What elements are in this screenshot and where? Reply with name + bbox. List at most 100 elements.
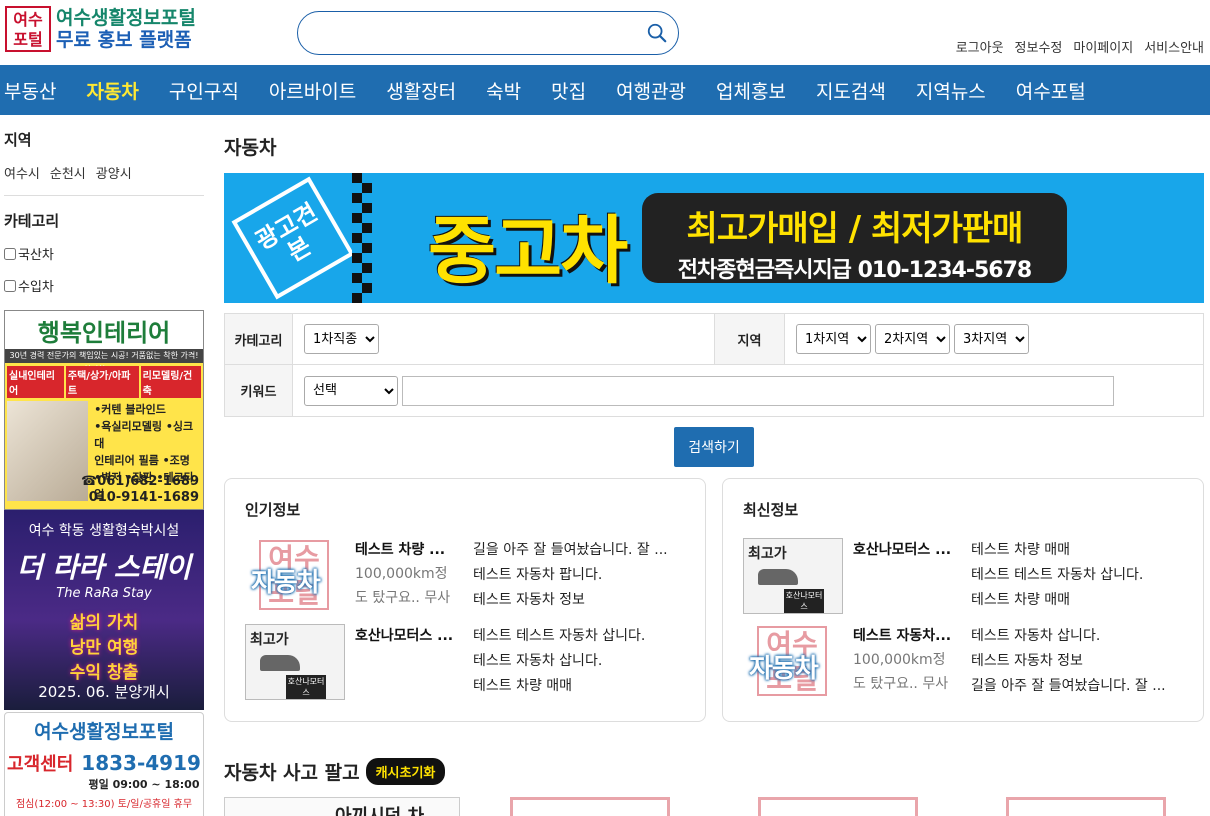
post-link[interactable]: 길을 아주 잘 들여놨습니다. 잘 ... <box>971 674 1183 699</box>
cache-reset-button[interactable]: 캐시초기화 <box>365 758 446 785</box>
region-title: 지역 <box>4 131 32 149</box>
imported-checkbox[interactable] <box>4 279 16 292</box>
card-thumbnail[interactable] <box>510 797 670 816</box>
nav-item-travel[interactable]: 여행관광 <box>601 77 701 104</box>
category-domestic[interactable]: 국산차 <box>4 244 204 263</box>
nav-item-food[interactable]: 맛집 <box>536 77 601 104</box>
ad2-slogan: 낭만 여행 <box>69 638 139 658</box>
entry-title[interactable]: 호산나모터스 ... <box>355 624 465 648</box>
ad2-line3: The RaRa Stay <box>56 586 152 601</box>
ad1-service: •욕실리모델링 •싱크대 <box>94 420 194 450</box>
search-button[interactable]: 검색하기 <box>674 427 754 467</box>
list-item: 최고가 호산나모터스 호산나모터스 ... 테스트 테스트 자동차 삽니다. 테… <box>245 624 685 700</box>
nav-item-jobs[interactable]: 구인구직 <box>154 77 254 104</box>
ad2-date: 2025. 06. 분양개시 <box>38 683 170 701</box>
ad1-service: •커텐 블라인드 <box>94 403 166 416</box>
logo-line1: 여수생활정보포털 <box>56 7 196 29</box>
post-link[interactable]: 길을 아주 잘 들여놨습니다. 잘 ... <box>473 538 685 563</box>
region-yeosu[interactable]: 여수시 <box>4 163 40 182</box>
domestic-label: 국산차 <box>18 248 54 263</box>
post-link[interactable]: 테스트 차량 매매 <box>473 674 685 699</box>
entry-thumbnail[interactable]: 여수포털 자동차 <box>743 624 843 700</box>
post-link[interactable]: 테스트 차량 매매 <box>971 588 1183 613</box>
category-label: 카테고리 <box>225 314 293 364</box>
entry-links: 길을 아주 잘 들여놨습니다. 잘 ... 테스트 자동차 팝니다. 테스트 자… <box>473 538 685 614</box>
logout-link[interactable]: 로그아웃 <box>956 37 1004 56</box>
keyword-label: 키워드 <box>225 365 293 416</box>
category-title: 카테고리 <box>4 212 60 230</box>
entry-thumbnail[interactable]: 최고가 호산나모터스 <box>743 538 843 614</box>
card-thumbnail[interactable] <box>1006 797 1166 816</box>
keyword-type-select[interactable]: 선택 <box>304 375 398 406</box>
entry-title[interactable]: 테스트 자동차... <box>853 624 963 648</box>
search-input[interactable] <box>316 12 636 52</box>
search-icon[interactable] <box>646 22 668 44</box>
region-gwangyang[interactable]: 광양시 <box>96 163 132 182</box>
ad1-phone1: ☎061)682-1689 <box>81 474 199 489</box>
flyer-sub: 호산나모터스 <box>286 675 326 699</box>
banner-pill: 최고가매입 / 최저가판매 전차종현금즉시지급 010-1234-5678 <box>642 193 1067 283</box>
region3-select[interactable]: 3차지역 <box>954 324 1029 354</box>
search-filter: 카테고리 1차직종 지역 1차지역 2차지역 3차지역 키워드 선택 <box>224 313 1204 417</box>
entry-thumbnail[interactable]: 최고가 호산나모터스 <box>245 624 345 700</box>
entry-links: 테스트 자동차 삽니다. 테스트 자동차 정보 길을 아주 잘 들여놨습니다. … <box>971 624 1183 700</box>
keyword-input[interactable] <box>402 375 1114 406</box>
edit-info-link[interactable]: 정보수정 <box>1015 37 1063 56</box>
region2-select[interactable]: 2차지역 <box>875 324 950 354</box>
side-ad-customer-center[interactable]: 여수생활정보포털 고객센터 1833-4919 평일 09:00 ~ 18:00… <box>4 712 204 816</box>
post-link[interactable]: 테스트 테스트 자동차 삽니다. <box>473 624 685 649</box>
nav-item-portal[interactable]: 여수포털 <box>1001 77 1101 104</box>
post-link[interactable]: 테스트 자동차 팝니다. <box>473 563 685 588</box>
post-link[interactable]: 테스트 자동차 정보 <box>473 588 685 613</box>
region1-select[interactable]: 1차지역 <box>796 324 871 354</box>
car-icon <box>260 655 300 671</box>
side-ad-rarastay[interactable]: 여수 학동 생활형숙박시설 더 라라 스테이 The RaRa Stay 삶의 … <box>4 510 204 710</box>
card-thumbnail[interactable] <box>758 797 918 816</box>
logo-text: 여수생활정보포털 무료 홍보 플랫폼 <box>56 7 196 51</box>
sidebar: 지역 여수시 순천시 광양시 카테고리 국산차 수입차 행복인테리어 30년 경… <box>4 115 204 816</box>
flyer-sub: 호산나모터스 <box>784 589 824 613</box>
entry-title[interactable]: 호산나모터스 ... <box>853 538 963 562</box>
nav-item-market[interactable]: 생활장터 <box>371 77 471 104</box>
banner-line1: 최고가매입 / 최저가판매 <box>686 209 1024 249</box>
nav-item-realestate[interactable]: 부동산 <box>0 77 71 104</box>
ad1-phone2: 010-9141-1689 <box>88 490 199 505</box>
ad3-hours: 평일 09:00 ~ 18:00 <box>88 778 200 791</box>
site-logo[interactable]: 여수포털 여수생활정보포털 무료 홍보 플랫폼 <box>5 6 196 52</box>
domestic-checkbox[interactable] <box>4 247 16 260</box>
mypage-link[interactable]: 마이페이지 <box>1073 37 1133 56</box>
entry-thumbnail[interactable]: 여수포털 자동차 <box>245 538 345 614</box>
ad1-subtitle: 30년 경력 전문가의 책임있는 시공! 거품없는 착한 가격! 철저한 A/S… <box>5 349 203 374</box>
logo-mark: 여수포털 <box>5 6 51 52</box>
post-link[interactable]: 테스트 차량 매매 <box>971 538 1183 563</box>
ad3-cs-label: 고객센터 <box>7 754 74 775</box>
post-link[interactable]: 테스트 자동차 삽니다. <box>473 649 685 674</box>
region-suncheon[interactable]: 순천시 <box>50 163 86 182</box>
side-ad-interior[interactable]: 행복인테리어 30년 경력 전문가의 책임있는 시공! 거품없는 착한 가격! … <box>4 310 204 510</box>
post-link[interactable]: 테스트 테스트 자동차 삽니다. <box>971 563 1183 588</box>
nav-item-map[interactable]: 지도검색 <box>801 77 901 104</box>
ad-banner[interactable]: 광고견본 중고차 최고가매입 / 최저가판매 전차종현금즉시지급 010-123… <box>224 173 1204 303</box>
category-imported[interactable]: 수입차 <box>4 276 204 295</box>
ad2-line1: 여수 학동 생활형숙박시설 <box>28 523 180 539</box>
nav-item-parttime[interactable]: 아르바이트 <box>254 77 371 104</box>
region-list: 여수시 순천시 광양시 <box>4 163 204 196</box>
thumb-overlay: 자동차 <box>749 654 819 684</box>
popular-title: 인기정보 <box>245 501 301 519</box>
entry-title[interactable]: 테스트 차량 ... <box>355 538 465 562</box>
card-thumbnail[interactable]: 아끼시던 차 <box>224 797 460 816</box>
ad1-tags: 실내인테리어 주택/상가/아파트 리모델링/건축 <box>5 363 203 401</box>
ad1-title: 행복인테리어 <box>5 311 203 349</box>
ad1-tag: 주택/상가/아파트 <box>65 366 139 398</box>
filter-row-category: 카테고리 1차직종 지역 1차지역 2차지역 3차지역 <box>225 314 1203 365</box>
post-link[interactable]: 테스트 자동차 삽니다. <box>971 624 1183 649</box>
nav-item-car[interactable]: 자동차 <box>71 77 153 104</box>
nav-item-news[interactable]: 지역뉴스 <box>901 77 1001 104</box>
category-select[interactable]: 1차직종 <box>304 324 379 354</box>
section2-title: 자동차 사고 팔고 <box>224 762 360 784</box>
nav-item-business[interactable]: 업체홍보 <box>701 77 801 104</box>
nav-item-lodging[interactable]: 숙박 <box>471 77 536 104</box>
ad2-slogans: 삶의 가치 낭만 여행 수익 창출 <box>4 611 204 686</box>
service-guide-link[interactable]: 서비스안내 <box>1144 37 1204 56</box>
post-link[interactable]: 테스트 자동차 정보 <box>971 649 1183 674</box>
